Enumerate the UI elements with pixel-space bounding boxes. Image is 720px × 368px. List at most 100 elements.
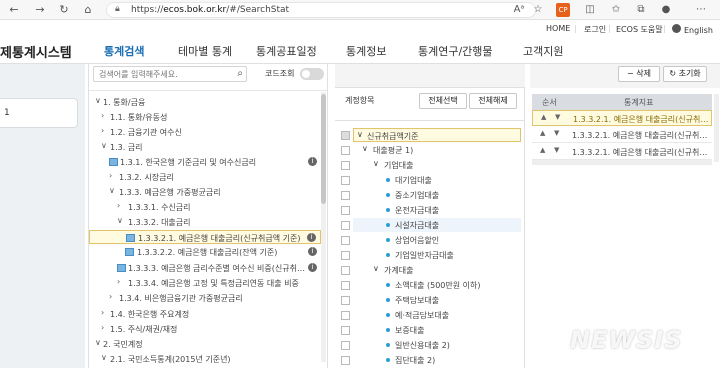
- info-icon[interactable]: i: [308, 263, 317, 272]
- menu-support[interactable]: 고객지원: [523, 43, 563, 59]
- profile-icon[interactable]: ●: [659, 3, 673, 17]
- tree-row[interactable]: › 1.5. 주식/채권/재정: [89, 322, 321, 336]
- deselect-all-button[interactable]: 전체해제: [469, 93, 517, 109]
- collections-icon[interactable]: ⧉: [634, 3, 648, 17]
- item-row[interactable]: 대기업대출: [353, 173, 521, 187]
- menu-stat-search[interactable]: 통계검색: [104, 43, 144, 59]
- search-icon[interactable]: ⌕: [237, 68, 243, 79]
- tree-row[interactable]: ∨ 1.3. 금리: [89, 140, 321, 154]
- item-row[interactable]: 일반신용대출 2): [353, 338, 521, 352]
- selected-vscrollbar[interactable]: [714, 94, 719, 162]
- select-all-button[interactable]: 전체선택: [419, 93, 467, 109]
- item-row[interactable]: ∨ 가계대출: [353, 263, 521, 277]
- item-row[interactable]: ∨ 대출평균 1): [353, 143, 521, 157]
- checkbox[interactable]: [341, 266, 350, 275]
- info-icon[interactable]: i: [308, 247, 317, 256]
- reader-mode-icon[interactable]: Aᵃ: [512, 3, 526, 17]
- menu-theme-stats[interactable]: 테마별 통계: [178, 43, 232, 59]
- checkbox[interactable]: [341, 236, 350, 245]
- tree-row[interactable]: 1.3.3.2.2. 예금은행 대출금리(잔액 기준) i: [89, 245, 321, 259]
- item-row[interactable]: 시설자금대출: [353, 218, 521, 232]
- address-bar[interactable]: 🔒︎ https://ecos.bok.or.kr/#/SearchStat: [106, 2, 536, 18]
- item-row[interactable]: 집단대출 2): [353, 353, 521, 367]
- checkbox[interactable]: [341, 296, 350, 305]
- checkbox[interactable]: [341, 251, 350, 260]
- menu-stat-info[interactable]: 통계정보: [346, 43, 386, 59]
- favorites-icon[interactable]: ✩: [609, 3, 623, 17]
- menu-research[interactable]: 통계연구/간행물: [418, 43, 493, 59]
- tree-row[interactable]: ∨ 2. 국민계정: [89, 337, 321, 351]
- tree-row[interactable]: ∨ 1.3.3. 예금은행 가중평균금리: [89, 185, 321, 199]
- site-logo[interactable]: 제통계시스템: [0, 42, 72, 61]
- item-row[interactable]: 주택담보대출: [353, 293, 521, 307]
- move-up-icon[interactable]: ▲: [540, 129, 545, 137]
- info-icon[interactable]: i: [307, 233, 316, 242]
- tree-row[interactable]: › 1.4. 한국은행 주요계정: [89, 307, 321, 321]
- checkbox[interactable]: [341, 146, 350, 155]
- back-arrow-icon[interactable]: ←: [6, 2, 22, 18]
- home-link[interactable]: HOME: [546, 24, 570, 33]
- checkbox[interactable]: [341, 131, 350, 140]
- tree-scrollbar[interactable]: [321, 92, 326, 362]
- tree-row[interactable]: › 1.3.2. 시장금리: [89, 170, 321, 184]
- refresh-icon[interactable]: ↻: [56, 2, 72, 18]
- item-row[interactable]: 기업일반자금대출: [353, 248, 521, 262]
- checkbox[interactable]: [341, 206, 350, 215]
- left-panel-box[interactable]: 1: [0, 98, 78, 128]
- table-icon: [109, 158, 118, 166]
- selected-row[interactable]: ▲ ▼ 1.3.3.2.1. 예금은행 대출금리(신규취…: [532, 110, 712, 126]
- item-row[interactable]: ∨ 신규취급액기준: [353, 128, 521, 142]
- item-row[interactable]: 예·적금담보대출: [353, 308, 521, 322]
- selected-row[interactable]: ▲ ▼ 1.3.3.2.1. 예금은행 대출금리(신규취…: [532, 127, 712, 143]
- tree-row[interactable]: 1.3.3.3. 예금은행 금리수준별 여수신 비중(신규취… i: [89, 261, 321, 275]
- code-toggle-switch[interactable]: [300, 68, 324, 80]
- login-link[interactable]: 로그인: [584, 24, 606, 35]
- checkbox[interactable]: [341, 311, 350, 320]
- tree-row[interactable]: › 1.1. 통화/유동성: [89, 110, 321, 124]
- scrollbar-thumb[interactable]: [321, 94, 326, 204]
- tree-row[interactable]: › 1.3.3.1. 수신금리: [89, 200, 321, 214]
- checkbox[interactable]: [341, 191, 350, 200]
- help-link[interactable]: ECOS 도움말: [616, 24, 663, 35]
- more-menu-icon[interactable]: ⋯: [694, 3, 708, 17]
- checkbox[interactable]: [341, 161, 350, 170]
- tree-row-selected[interactable]: 1.3.3.2.1. 예금은행 대출금리(신규취급액 기준) i: [89, 230, 321, 244]
- item-row[interactable]: 중소기업대출: [353, 188, 521, 202]
- item-row[interactable]: 소액대출 (500만원 이하): [353, 278, 521, 292]
- item-row[interactable]: ∨ 기업대출: [353, 158, 521, 172]
- split-screen-icon[interactable]: ◫: [583, 3, 597, 17]
- checkbox[interactable]: [341, 221, 350, 230]
- delete-button[interactable]: − 삭제: [618, 66, 660, 82]
- item-row[interactable]: 상업어음할인: [353, 233, 521, 247]
- selected-hscrollbar[interactable]: [532, 160, 712, 165]
- selected-row[interactable]: ▲ ▼ 1.3.3.2.1. 예금은행 대출금리(신규취…: [532, 144, 712, 160]
- home-icon[interactable]: ⌂: [80, 2, 96, 18]
- extension-icon[interactable]: CP: [556, 3, 570, 17]
- reset-button[interactable]: ↻ 초기화: [663, 66, 707, 82]
- move-up-icon[interactable]: ▲: [541, 113, 546, 121]
- tree-row[interactable]: › 1.3.3.4. 예금은행 고정 및 특정금리연동 대출 비중: [89, 276, 321, 290]
- checkbox[interactable]: [341, 341, 350, 350]
- checkbox[interactable]: [341, 176, 350, 185]
- move-up-icon[interactable]: ▲: [540, 146, 545, 154]
- tree-row[interactable]: ∨ 1.3.3.2. 대출금리: [89, 215, 321, 229]
- tree-row[interactable]: 1.3.1. 한국은행 기준금리 및 여수신금리 i: [89, 155, 321, 169]
- tree-search-input[interactable]: [99, 68, 229, 80]
- tree-row[interactable]: ∨ 2.1. 국민소득통계(2015년 기준년): [89, 352, 321, 366]
- tree-row[interactable]: › 1.3.4. 비은행금융기관 가중평균금리: [89, 291, 321, 305]
- menu-release-schedule[interactable]: 통계공표일정: [256, 43, 317, 59]
- checkbox[interactable]: [341, 281, 350, 290]
- tree-row[interactable]: ∨ 1. 통화/금융: [89, 95, 321, 109]
- info-icon[interactable]: i: [308, 157, 317, 166]
- forward-arrow-icon[interactable]: →: [32, 2, 48, 18]
- language-link[interactable]: English: [672, 24, 713, 35]
- checkbox[interactable]: [341, 326, 350, 335]
- favorite-star-icon[interactable]: ☆: [531, 3, 545, 17]
- tree-row[interactable]: › 1.2. 금융기관 여수신: [89, 125, 321, 139]
- item-row[interactable]: 운전자금대출: [353, 203, 521, 217]
- move-down-icon[interactable]: ▼: [555, 113, 560, 121]
- item-row[interactable]: 보증대출: [353, 323, 521, 337]
- move-down-icon[interactable]: ▼: [554, 146, 559, 154]
- checkbox[interactable]: [341, 356, 350, 365]
- move-down-icon[interactable]: ▼: [554, 129, 559, 137]
